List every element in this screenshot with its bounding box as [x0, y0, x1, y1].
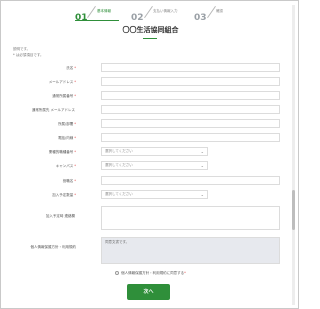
- join-count-select[interactable]: 選択してください ⌄: [101, 190, 208, 199]
- join-count-label: 加入予定数量*: [52, 193, 76, 197]
- department-label: 所属/部署*: [58, 122, 76, 126]
- step-1-label: 基本情報: [97, 9, 111, 13]
- email-label: メールアドレス*: [48, 80, 76, 84]
- name-input[interactable]: [101, 63, 280, 72]
- step-divider: [206, 6, 216, 18]
- consent-radio[interactable]: [115, 271, 120, 275]
- next-button[interactable]: 次へ: [127, 284, 170, 300]
- phone-input[interactable]: [101, 133, 280, 142]
- title-field-input[interactable]: [101, 176, 280, 185]
- chevron-down-icon: ⌄: [200, 149, 204, 154]
- step-divider: [86, 6, 96, 18]
- business-type-select[interactable]: 選択してください ⌄: [101, 147, 208, 156]
- phone-label: 電話/内線*: [58, 136, 76, 140]
- title-field-label: 役職名*: [62, 179, 76, 183]
- company-phone-label: 通常所属番号*: [52, 94, 76, 98]
- consent-label: 個人情報保護方針・利用規約に同意する: [121, 271, 185, 275]
- department-input[interactable]: [101, 119, 280, 128]
- chevron-down-icon: ⌄: [200, 192, 204, 197]
- window-frame: 01 基本情報 02 支払い情報入力 03 確認 〇〇生活協同組合 説明です。 …: [0, 0, 299, 309]
- terms-label: 個人情報保護方針・利用規約: [30, 245, 77, 249]
- intro-text: 説明です。: [13, 47, 31, 51]
- remarks-label: 加入予定時 連絡欄: [45, 214, 75, 218]
- step-2-label: 支払い情報入力: [153, 9, 178, 13]
- active-step-underline: [75, 20, 119, 21]
- remarks-textarea[interactable]: [101, 206, 280, 230]
- name-label: 氏名*: [66, 66, 76, 70]
- consent-required-mark: *: [184, 271, 186, 275]
- company-email-input[interactable]: [101, 105, 280, 114]
- campus-select[interactable]: 選択してください ⌄: [101, 161, 208, 170]
- chevron-down-icon: ⌄: [200, 163, 204, 168]
- company-phone-input[interactable]: [101, 91, 280, 100]
- consent-row[interactable]: 個人情報保護方針・利用規約に同意する*: [1, 271, 300, 276]
- step-indicator: 01 基本情報 02 支払い情報入力 03 確認: [75, 5, 235, 23]
- page-title: 〇〇生活協同組合: [122, 26, 179, 34]
- step-3-number: 03: [194, 13, 207, 23]
- step-2-number: 02: [131, 13, 144, 23]
- step-3-label: 確認: [216, 9, 223, 13]
- step-divider: [143, 6, 153, 18]
- scroll-thumb[interactable]: [292, 190, 295, 230]
- required-note: * は必須項目です。: [13, 53, 44, 57]
- step-2: 02 支払い情報入力: [131, 5, 178, 23]
- step-1: 01 基本情報: [75, 5, 111, 23]
- email-input[interactable]: [101, 77, 280, 86]
- terms-text: 同意文書です。: [101, 237, 280, 264]
- title-rule: [143, 38, 157, 39]
- campus-label: キャンパス*: [55, 164, 76, 168]
- scrollbar[interactable]: [292, 5, 295, 305]
- step-3: 03 確認: [194, 5, 223, 23]
- company-email-label: 通常所属先 メールアドレス: [31, 108, 75, 112]
- business-type-label: 業種的職種番号*: [48, 150, 76, 154]
